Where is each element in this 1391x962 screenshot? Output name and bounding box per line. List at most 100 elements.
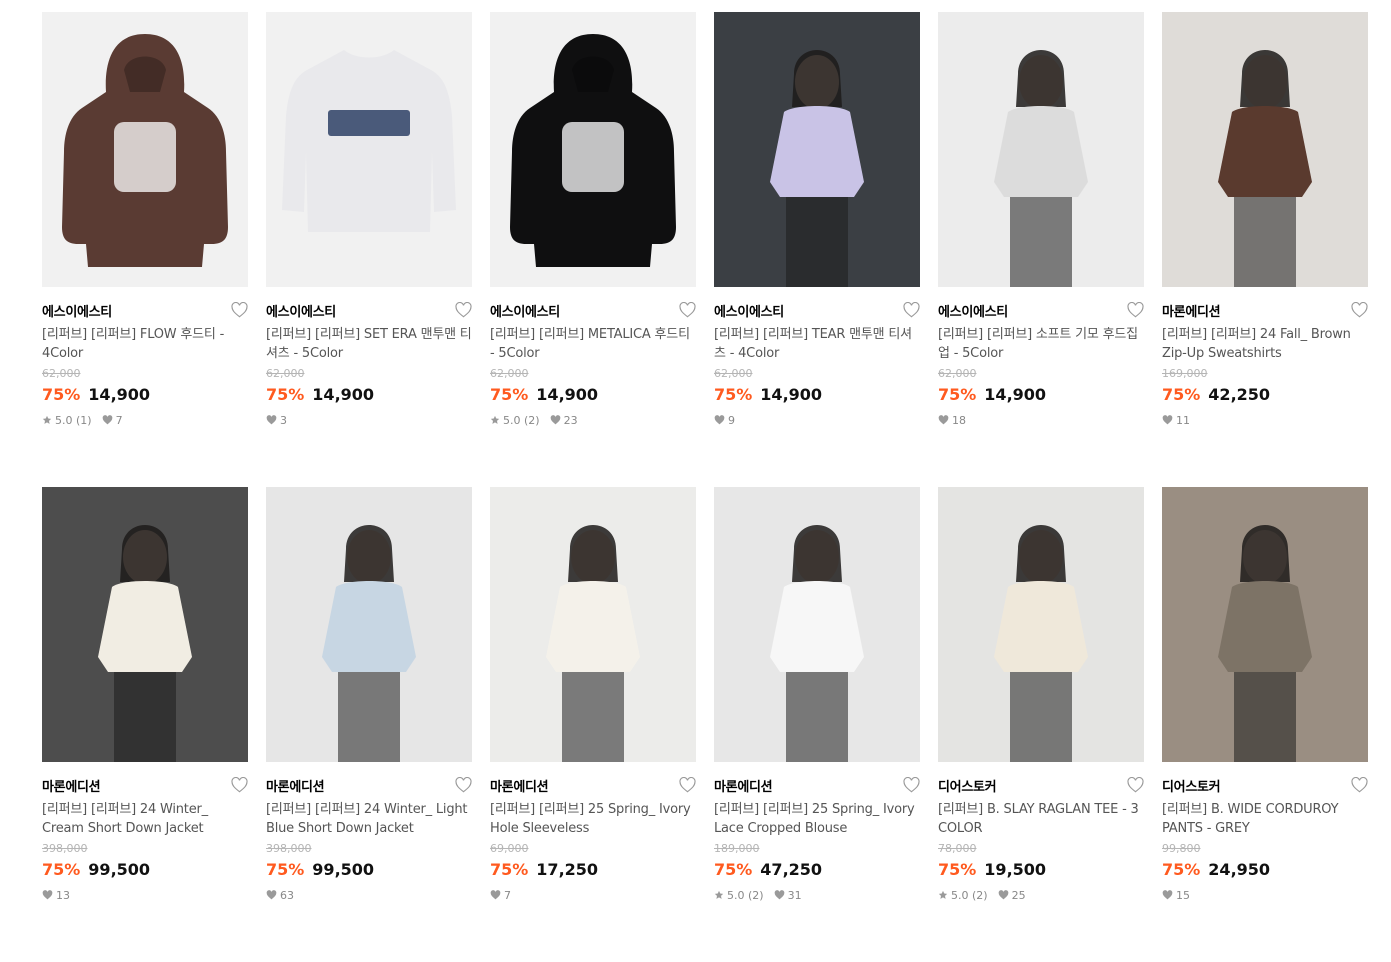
product-image[interactable] <box>42 487 248 762</box>
brand-name[interactable]: 마론에디션 <box>266 776 325 795</box>
price-row: 75% 99,500 <box>42 858 248 880</box>
product-title[interactable]: [리퍼브] [리퍼브] 소프트 기모 후드집업 - 5Color <box>938 325 1144 363</box>
wishlist-button[interactable] <box>902 776 920 794</box>
wishlist-button[interactable] <box>678 776 696 794</box>
product-card[interactable]: 에스이에스티 [리퍼브] [리퍼브] TEAR 맨투맨 티셔츠 - 4Color… <box>714 12 920 487</box>
product-title[interactable]: [리퍼브] [리퍼브] FLOW 후드티 - 4Color <box>42 325 248 363</box>
product-card[interactable]: 에스이에스티 [리퍼브] [리퍼브] FLOW 후드티 - 4Color 62,… <box>42 12 248 487</box>
product-image[interactable] <box>266 12 472 287</box>
heart-outline-icon <box>678 777 696 793</box>
product-photo <box>1162 12 1368 287</box>
likes: 25 <box>998 889 1026 902</box>
heart-outline-icon <box>1126 302 1144 318</box>
heart-filled-icon <box>490 890 501 900</box>
brand-name[interactable]: 마론에디션 <box>490 776 549 795</box>
product-image[interactable] <box>714 12 920 287</box>
product-title[interactable]: [리퍼브] [리퍼브] 24 Winter_ Light Blue Short … <box>266 800 472 838</box>
likes: 15 <box>1162 889 1190 902</box>
heart-outline-icon <box>1350 302 1368 318</box>
wishlist-button[interactable] <box>1350 776 1368 794</box>
sale-price: 19,500 <box>984 859 1047 879</box>
likes: 7 <box>490 889 511 902</box>
heart-outline-icon <box>230 777 248 793</box>
wishlist-button[interactable] <box>902 301 920 319</box>
brand-row: 디어스토커 <box>938 776 1144 795</box>
product-title[interactable]: [리퍼브] [리퍼브] 25 Spring_ Ivory Hole Sleeve… <box>490 800 696 838</box>
product-image[interactable] <box>938 12 1144 287</box>
product-card[interactable]: 디어스토커 [리퍼브] B. WIDE CORDUROY PANTS - GRE… <box>1162 487 1368 962</box>
product-image[interactable] <box>42 12 248 287</box>
product-card[interactable]: 디어스토커 [리퍼브] B. SLAY RAGLAN TEE - 3 COLOR… <box>938 487 1144 962</box>
product-card[interactable]: 마론에디션 [리퍼브] [리퍼브] 24 Winter_ Cream Short… <box>42 487 248 962</box>
product-photo <box>266 12 472 287</box>
rating: 5.0 (2) <box>714 889 764 902</box>
wishlist-button[interactable] <box>230 776 248 794</box>
likes-count: 9 <box>728 413 735 427</box>
product-image[interactable] <box>266 487 472 762</box>
sale-price: 14,900 <box>536 384 599 404</box>
product-title[interactable]: [리퍼브] [리퍼브] 24 Winter_ Cream Short Down … <box>42 800 248 838</box>
likes: 13 <box>42 889 70 902</box>
brand-name[interactable]: 마론에디션 <box>42 776 101 795</box>
original-price: 169,000 <box>1162 367 1208 380</box>
likes-count: 3 <box>280 413 287 427</box>
rating: 5.0 (1) <box>42 414 92 427</box>
product-card[interactable]: 마론에디션 [리퍼브] [리퍼브] 25 Spring_ Ivory Hole … <box>490 487 696 962</box>
likes-count: 18 <box>952 413 966 427</box>
heart-filled-icon <box>938 415 949 425</box>
product-card[interactable]: 마론에디션 [리퍼브] [리퍼브] 24 Winter_ Light Blue … <box>266 487 472 962</box>
wishlist-button[interactable] <box>678 301 696 319</box>
product-photo <box>714 12 920 287</box>
product-meta: 18 <box>938 413 1144 427</box>
product-title[interactable]: [리퍼브] [리퍼브] METALICA 후드티 - 5Color <box>490 325 696 363</box>
original-price: 62,000 <box>42 367 81 380</box>
heart-outline-icon <box>454 777 472 793</box>
wishlist-button[interactable] <box>1350 301 1368 319</box>
original-price: 398,000 <box>42 842 88 855</box>
product-image[interactable] <box>1162 12 1368 287</box>
product-image[interactable] <box>714 487 920 762</box>
brand-name[interactable]: 마론에디션 <box>1162 301 1221 320</box>
product-image[interactable] <box>490 487 696 762</box>
product-card[interactable]: 마론에디션 [리퍼브] [리퍼브] 25 Spring_ Ivory Lace … <box>714 487 920 962</box>
heart-filled-icon <box>998 890 1008 900</box>
price-row: 75% 17,250 <box>490 858 696 880</box>
product-title[interactable]: [리퍼브] B. WIDE CORDUROY PANTS - GREY <box>1162 800 1368 838</box>
product-card[interactable]: 에스이에스티 [리퍼브] [리퍼브] 소프트 기모 후드집업 - 5Color … <box>938 12 1144 487</box>
brand-name[interactable]: 디어스토커 <box>938 776 997 795</box>
product-card[interactable]: 에스이에스티 [리퍼브] [리퍼브] METALICA 후드티 - 5Color… <box>490 12 696 487</box>
heart-filled-icon <box>102 415 112 425</box>
product-card[interactable]: 마론에디션 [리퍼브] [리퍼브] 24 Fall_ Brown Zip-Up … <box>1162 12 1368 487</box>
product-card[interactable]: 에스이에스티 [리퍼브] [리퍼브] SET ERA 맨투맨 티셔츠 - 5Co… <box>266 12 472 487</box>
wishlist-button[interactable] <box>1126 776 1144 794</box>
product-title[interactable]: [리퍼브] [리퍼브] 24 Fall_ Brown Zip-Up Sweats… <box>1162 325 1368 363</box>
original-price: 69,000 <box>490 842 529 855</box>
brand-name[interactable]: 디어스토커 <box>1162 776 1221 795</box>
price-row: 75% 99,500 <box>266 858 472 880</box>
product-title[interactable]: [리퍼브] B. SLAY RAGLAN TEE - 3 COLOR <box>938 800 1144 838</box>
product-title[interactable]: [리퍼브] [리퍼브] TEAR 맨투맨 티셔츠 - 4Color <box>714 325 920 363</box>
star-icon <box>714 890 724 899</box>
wishlist-button[interactable] <box>230 301 248 319</box>
discount-rate: 75% <box>714 859 753 879</box>
wishlist-button[interactable] <box>454 776 472 794</box>
product-title[interactable]: [리퍼브] [리퍼브] SET ERA 맨투맨 티셔츠 - 5Color <box>266 325 472 363</box>
rating-value: 5.0 (1) <box>55 413 92 427</box>
brand-name[interactable]: 에스이에스티 <box>938 301 1008 320</box>
brand-name[interactable]: 에스이에스티 <box>490 301 560 320</box>
product-image[interactable] <box>938 487 1144 762</box>
price-row: 75% 14,900 <box>938 383 1144 405</box>
brand-name[interactable]: 에스이에스티 <box>714 301 784 320</box>
wishlist-button[interactable] <box>1126 301 1144 319</box>
likes-count: 63 <box>280 888 294 902</box>
product-image[interactable] <box>490 12 696 287</box>
brand-name[interactable]: 에스이에스티 <box>266 301 336 320</box>
wishlist-button[interactable] <box>454 301 472 319</box>
brand-row: 마론에디션 <box>714 776 920 795</box>
original-price: 62,000 <box>714 367 753 380</box>
product-title[interactable]: [리퍼브] [리퍼브] 25 Spring_ Ivory Lace Croppe… <box>714 800 920 838</box>
brand-name[interactable]: 에스이에스티 <box>42 301 112 320</box>
brand-name[interactable]: 마론에디션 <box>714 776 773 795</box>
rating-value: 5.0 (2) <box>727 888 764 902</box>
product-image[interactable] <box>1162 487 1368 762</box>
